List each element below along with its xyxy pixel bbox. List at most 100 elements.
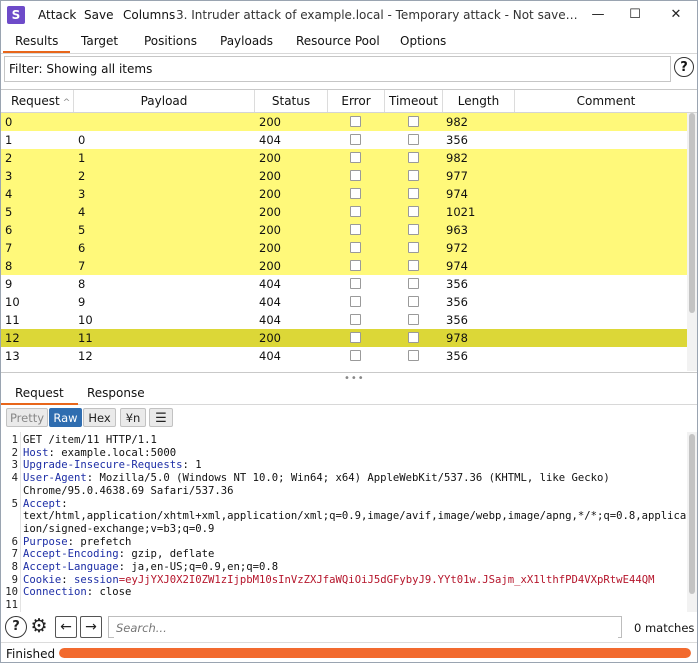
- search-field[interactable]: [108, 616, 622, 638]
- column-header-comment[interactable]: Comment: [515, 90, 697, 112]
- table-body: 0 200 982 1 0 404 356 2 1 200 982 3 2 200 977 4 3 200 974 5…: [1, 113, 687, 365]
- cell-length: 982: [446, 151, 468, 165]
- cell-request: 5: [5, 205, 13, 219]
- back-arrow-icon[interactable]: ←: [55, 616, 77, 638]
- table-row[interactable]: 6 5 200 963: [1, 221, 687, 239]
- menu-save[interactable]: Save: [84, 8, 113, 22]
- tab-results[interactable]: Results: [2, 34, 71, 53]
- table-row[interactable]: 13 12 404 356: [1, 347, 687, 365]
- help-icon[interactable]: ?: [674, 57, 694, 77]
- header-name: Host: [23, 446, 49, 459]
- header-value: ion/signed-exchange;v=b3;q=0.9: [23, 522, 215, 535]
- cell-request: 1: [5, 133, 13, 147]
- menu-attack[interactable]: Attack: [38, 8, 76, 22]
- tab-request[interactable]: Request: [1, 386, 78, 405]
- tab-target[interactable]: Target: [81, 34, 118, 48]
- pretty-button[interactable]: Pretty: [6, 408, 48, 427]
- tab-positions[interactable]: Positions: [144, 34, 197, 48]
- message-tab-bar: Request Response: [1, 382, 697, 405]
- newline-toggle-button[interactable]: ¥n: [120, 408, 146, 427]
- error-checkbox: [350, 188, 361, 199]
- cell-length: 978: [446, 331, 468, 345]
- table-row[interactable]: 1 0 404 356: [1, 131, 687, 149]
- table-row[interactable]: 10 9 404 356: [1, 293, 687, 311]
- table-row[interactable]: 8 7 200 974: [1, 257, 687, 275]
- menu-columns[interactable]: Columns: [123, 8, 175, 22]
- main-tab-bar: Results Target Positions Payloads Resour…: [1, 31, 697, 54]
- error-checkbox: [350, 242, 361, 253]
- tab-resource-pool[interactable]: Resource Pool: [296, 34, 380, 48]
- table-row[interactable]: 3 2 200 977: [1, 167, 687, 185]
- tab-response[interactable]: Response: [87, 386, 145, 400]
- column-header-status[interactable]: Status: [255, 90, 328, 112]
- cell-payload: 4: [78, 205, 86, 219]
- progress-bar-fill: [59, 648, 691, 658]
- table-scrollbar-thumb[interactable]: [689, 113, 695, 313]
- header-value: :: [61, 573, 75, 586]
- header-value: : close: [86, 586, 132, 599]
- column-header-timeout[interactable]: Timeout: [385, 90, 443, 112]
- timeout-checkbox: [408, 242, 419, 253]
- cell-status: 404: [259, 277, 281, 291]
- timeout-checkbox: [408, 170, 419, 181]
- forward-arrow-icon[interactable]: →: [80, 616, 102, 638]
- sort-ascending-icon: ^: [62, 98, 71, 108]
- editor-scrollbar-thumb[interactable]: [689, 434, 695, 594]
- table-row[interactable]: 7 6 200 972: [1, 239, 687, 257]
- close-button[interactable]: ✕: [661, 4, 691, 26]
- line-content: Connection: close: [23, 586, 131, 599]
- editor-scrollbar[interactable]: [687, 432, 697, 612]
- timeout-checkbox: [408, 224, 419, 235]
- error-checkbox: [350, 170, 361, 181]
- cell-length: 356: [446, 295, 468, 309]
- cell-payload: 9: [78, 295, 86, 309]
- table-row[interactable]: 12 11 200 978: [1, 329, 687, 347]
- header-name: User-Agent: [23, 472, 87, 485]
- tab-payloads[interactable]: Payloads: [220, 34, 273, 48]
- tab-options[interactable]: Options: [400, 34, 446, 48]
- table-scrollbar[interactable]: [687, 113, 697, 371]
- error-checkbox: [350, 332, 361, 343]
- header-name: Accept-Encoding: [23, 548, 119, 561]
- header-name: Accept-Language: [23, 561, 119, 573]
- header-value: : prefetch: [67, 535, 132, 548]
- timeout-checkbox: [408, 134, 419, 145]
- line-content: Cookie: session=eyJjYXJ0X2I0ZW1zIjpbM10s…: [23, 574, 654, 587]
- line-number: 4: [11, 472, 18, 485]
- help-icon[interactable]: ?: [5, 616, 27, 638]
- column-header-payload[interactable]: Payload: [74, 90, 255, 112]
- cell-status: 404: [259, 349, 281, 363]
- timeout-checkbox: [408, 206, 419, 217]
- column-header-request[interactable]: Request ^: [1, 90, 74, 112]
- request-editor[interactable]: 1 GET /item/11 HTTP/1.1 2 Host: example.loc…: [1, 432, 687, 612]
- results-table: Request ^ Payload Status Error Timeout Le…: [1, 89, 697, 373]
- table-row[interactable]: 5 4 200 1021: [1, 203, 687, 221]
- cell-payload: 6: [78, 241, 86, 255]
- line-content: GET /item/11 HTTP/1.1: [23, 434, 157, 447]
- progress-bar: [59, 648, 691, 658]
- cell-status: 404: [259, 313, 281, 327]
- column-header-error[interactable]: Error: [328, 90, 385, 112]
- maximize-button[interactable]: ☐: [620, 4, 650, 26]
- cell-length: 356: [446, 133, 468, 147]
- search-input[interactable]: [114, 618, 618, 638]
- cell-status: 200: [259, 259, 281, 273]
- hex-button[interactable]: Hex: [83, 408, 116, 427]
- raw-button[interactable]: Raw: [49, 408, 82, 427]
- gear-icon[interactable]: ⚙: [28, 616, 50, 638]
- table-row[interactable]: 11 10 404 356: [1, 311, 687, 329]
- header-value: : example.local:5000: [48, 446, 177, 459]
- cell-status: 200: [259, 223, 281, 237]
- table-row[interactable]: 4 3 200 974: [1, 185, 687, 203]
- header-name: Purpose: [23, 535, 68, 548]
- editor-menu-icon[interactable]: ☰: [149, 408, 173, 427]
- filter-bar[interactable]: Filter: Showing all items: [4, 56, 671, 82]
- table-row[interactable]: 0 200 982: [1, 113, 687, 131]
- cell-length: 963: [446, 223, 468, 237]
- column-header-length[interactable]: Length: [443, 90, 515, 112]
- line-content: Purpose: prefetch: [23, 536, 131, 549]
- line-number: 6: [11, 535, 18, 548]
- table-row[interactable]: 2 1 200 982: [1, 149, 687, 167]
- table-row[interactable]: 9 8 404 356: [1, 275, 687, 293]
- minimize-button[interactable]: —: [583, 4, 613, 26]
